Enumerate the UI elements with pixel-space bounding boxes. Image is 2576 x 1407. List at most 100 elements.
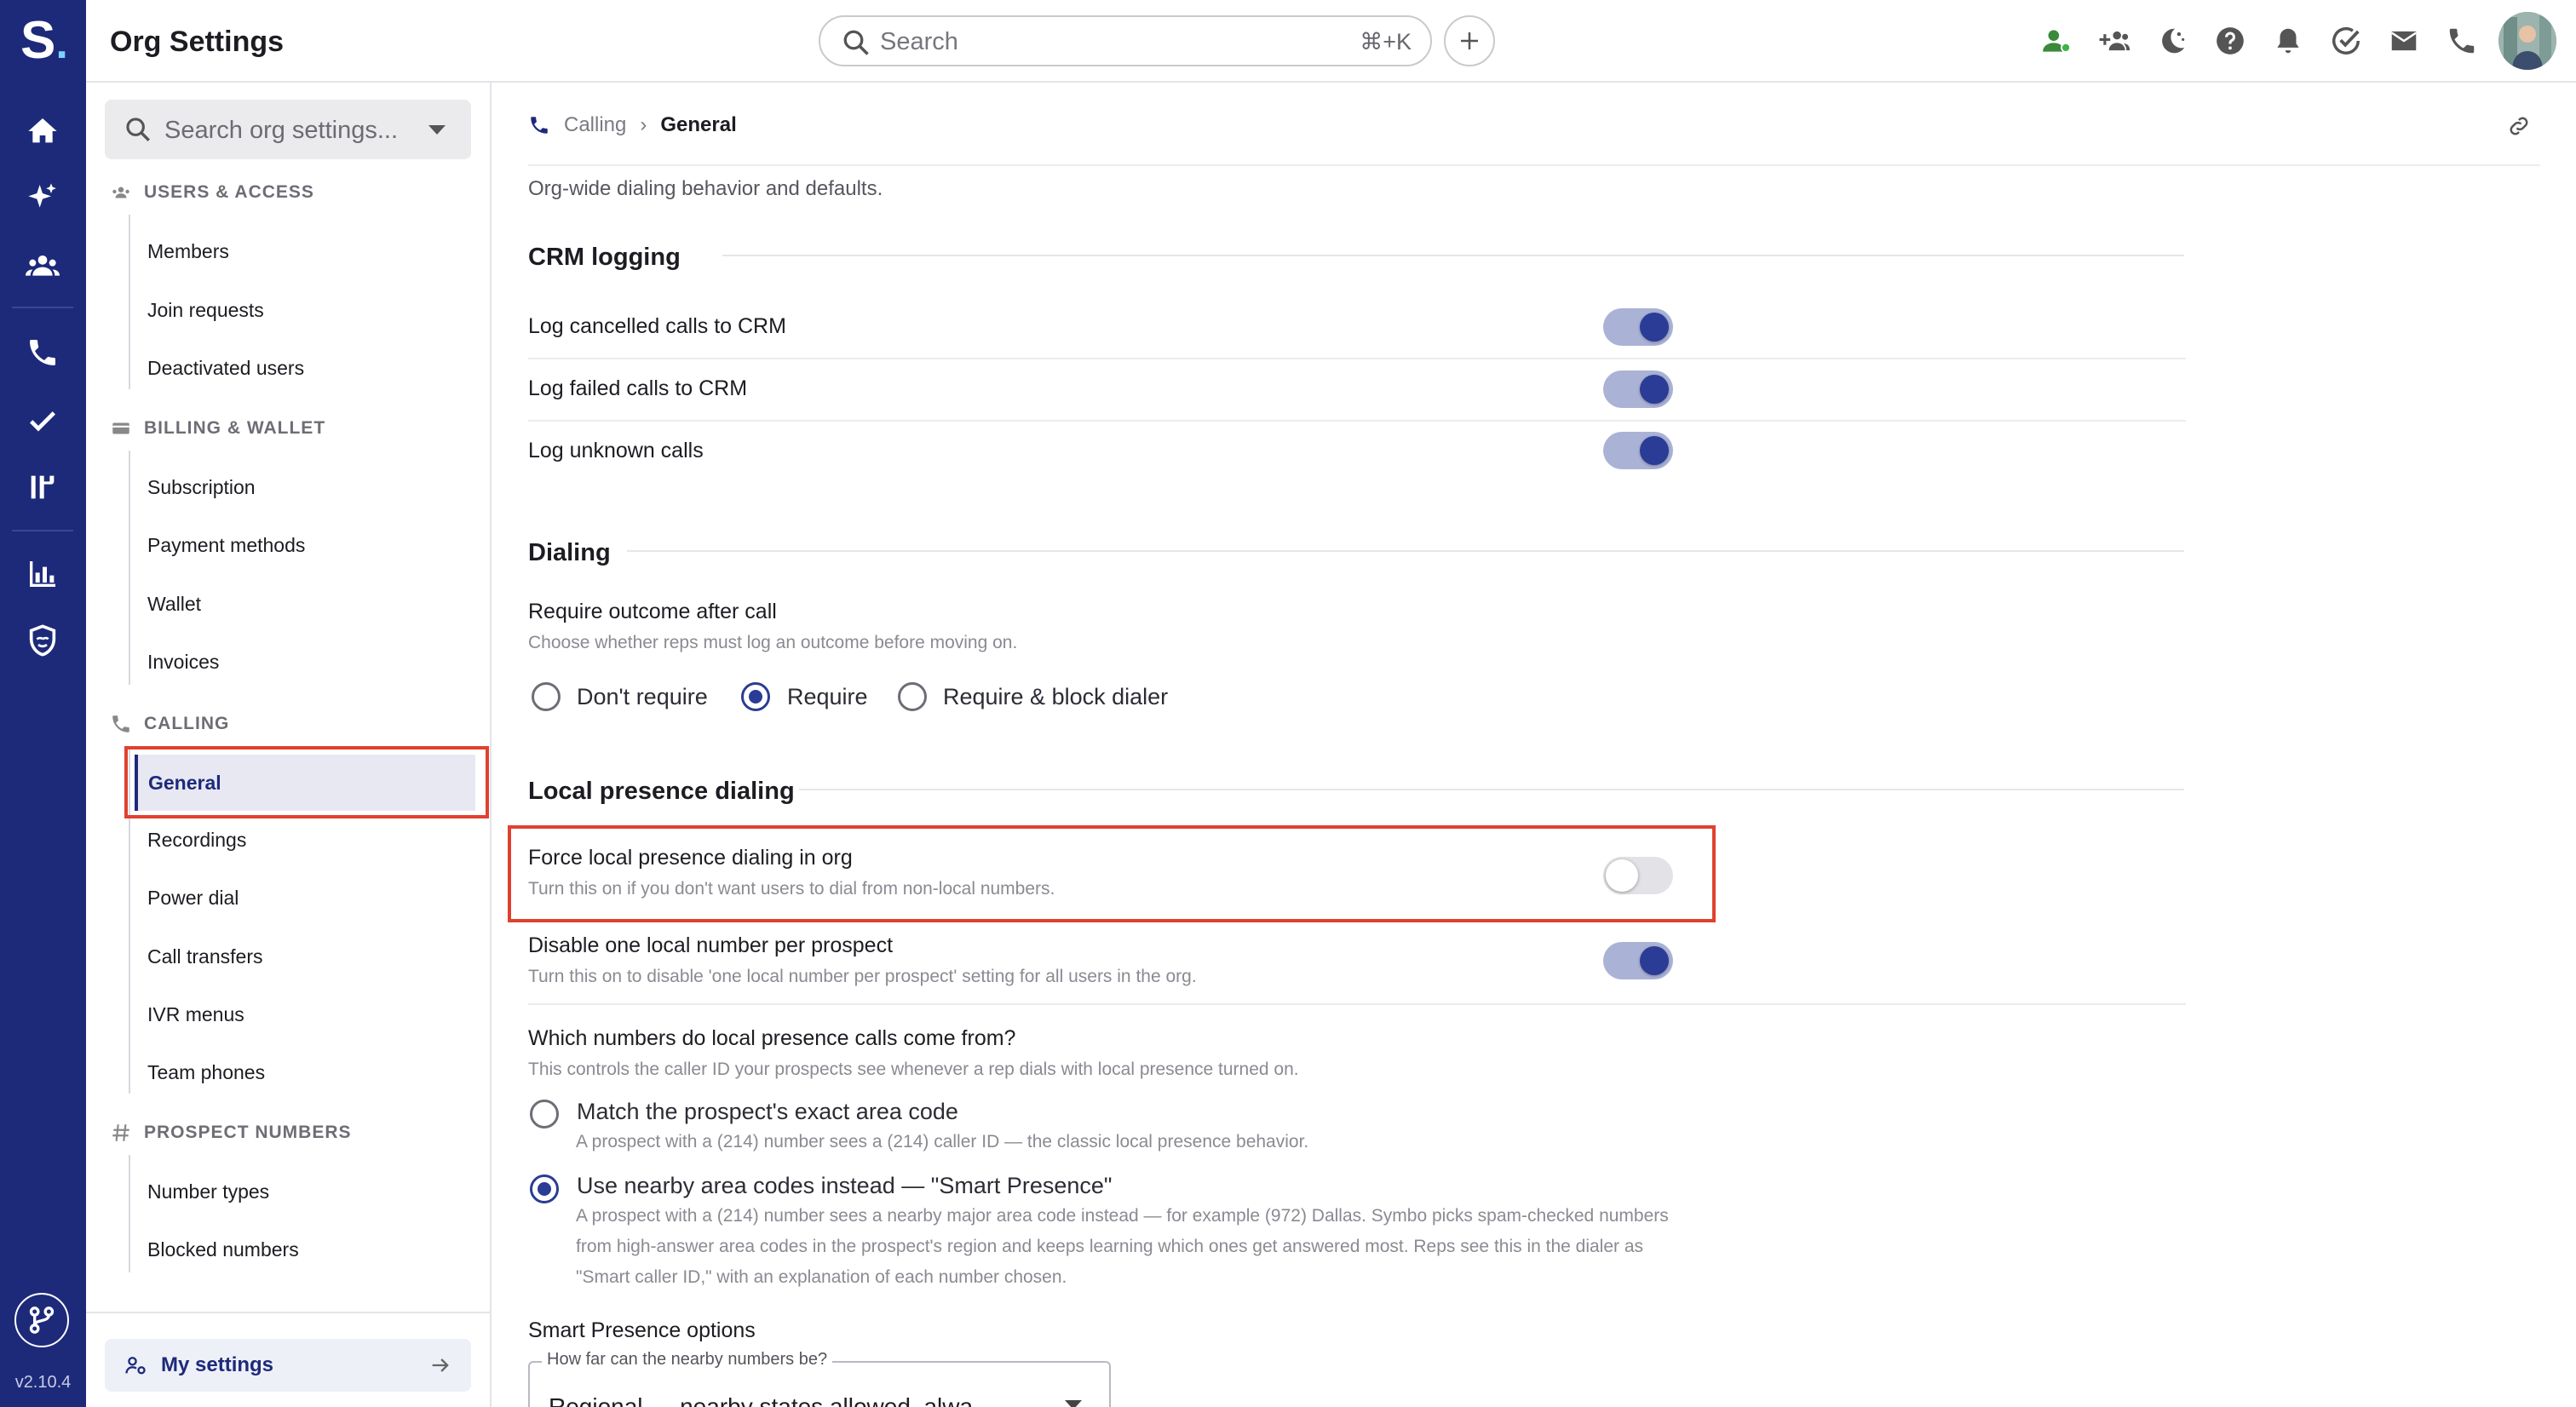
row-divider bbox=[528, 420, 2186, 422]
integrations-icon[interactable] bbox=[14, 1293, 69, 1347]
app-logo[interactable]: S. bbox=[20, 14, 68, 69]
radio-require-block-label[interactable]: Require & block dialer bbox=[943, 684, 1168, 710]
radio-smart-presence[interactable] bbox=[530, 1174, 559, 1203]
toggle-knob bbox=[1640, 313, 1669, 342]
help-icon[interactable] bbox=[2211, 21, 2250, 60]
sidebar-item-wallet[interactable]: Wallet bbox=[134, 577, 474, 631]
add-team-icon[interactable] bbox=[2095, 21, 2134, 60]
check-icon[interactable] bbox=[22, 400, 63, 441]
phone-icon bbox=[531, 117, 548, 134]
logo-dot: . bbox=[55, 19, 68, 68]
global-search[interactable]: ⌘+K bbox=[819, 15, 1432, 66]
toggle-knob bbox=[1640, 436, 1669, 465]
home-icon[interactable] bbox=[22, 111, 63, 152]
presence-icon[interactable] bbox=[2037, 21, 2076, 60]
notifications-icon[interactable] bbox=[2268, 21, 2308, 60]
section-dialing-title: Dialing bbox=[528, 539, 611, 566]
sidebar-item-members[interactable]: Members bbox=[134, 224, 474, 279]
analytics-icon[interactable] bbox=[22, 554, 63, 594]
mail-icon[interactable] bbox=[2384, 21, 2424, 60]
section-divider bbox=[129, 1155, 130, 1272]
force-local-presence-label: Force local presence dialing in org bbox=[528, 846, 853, 870]
add-button[interactable] bbox=[1444, 15, 1495, 66]
sequences-icon[interactable] bbox=[22, 467, 63, 508]
app-rail: S. v2.10.4 bbox=[0, 0, 86, 1407]
section-title: USERS & ACCESS bbox=[144, 182, 314, 202]
sidebar-search[interactable] bbox=[105, 100, 471, 159]
radio-require[interactable] bbox=[741, 682, 770, 711]
sidebar-item-join-requests[interactable]: Join requests bbox=[134, 283, 474, 337]
do-not-disturb-icon[interactable] bbox=[2153, 21, 2192, 60]
my-settings-button[interactable]: My settings bbox=[105, 1339, 471, 1392]
sidebar-item-team-phones[interactable]: Team phones bbox=[134, 1045, 474, 1100]
phone-icon bbox=[112, 715, 129, 732]
radio-smart-presence-label[interactable]: Use nearby area codes instead — "Smart P… bbox=[577, 1173, 1112, 1199]
row-divider bbox=[528, 358, 2186, 359]
radio-exact-area-code[interactable] bbox=[530, 1100, 559, 1128]
arrow-right-icon bbox=[432, 1358, 449, 1372]
force-local-presence-toggle[interactable] bbox=[1603, 857, 1673, 894]
hash-icon bbox=[112, 1124, 129, 1141]
sidebar-item-general[interactable]: General bbox=[135, 755, 475, 811]
my-settings-label: My settings bbox=[161, 1353, 274, 1376]
phone-icon[interactable] bbox=[22, 332, 63, 373]
toggle-knob bbox=[1640, 946, 1669, 975]
sidebar-item-subscription[interactable]: Subscription bbox=[134, 460, 474, 514]
section-divider bbox=[129, 451, 130, 685]
shield-icon[interactable] bbox=[22, 620, 63, 661]
numbers-source-label: Which numbers do local presence calls co… bbox=[528, 1026, 1016, 1050]
chevron-right-icon: › bbox=[640, 113, 647, 136]
section-prospect-numbers: PROSPECT NUMBERS bbox=[110, 1122, 352, 1144]
log-unknown-toggle[interactable] bbox=[1603, 432, 1673, 469]
sidebar-item-blocked-numbers[interactable]: Blocked numbers bbox=[134, 1222, 474, 1277]
nearby-distance-select[interactable]: How far can the nearby numbers be? Regio… bbox=[528, 1350, 1111, 1407]
chevron-down-icon[interactable] bbox=[428, 125, 446, 135]
phone-icon[interactable] bbox=[2442, 21, 2481, 60]
global-search-input[interactable] bbox=[880, 26, 1340, 58]
nearby-distance-label: How far can the nearby numbers be? bbox=[542, 1350, 833, 1370]
sidebar-item-invoices[interactable]: Invoices bbox=[134, 635, 474, 689]
breadcrumb-divider bbox=[528, 164, 2540, 166]
radio-require-label[interactable]: Require bbox=[787, 684, 868, 710]
sidebar-item-deactivated-users[interactable]: Deactivated users bbox=[134, 341, 474, 395]
radio-dont-require-label[interactable]: Don't require bbox=[577, 684, 708, 710]
radio-dont-require[interactable] bbox=[532, 682, 561, 711]
sparkle-icon[interactable] bbox=[22, 177, 63, 218]
add-icon bbox=[1461, 32, 1478, 49]
row-divider bbox=[528, 1003, 2186, 1005]
sidebar-item-recordings[interactable]: Recordings bbox=[134, 813, 474, 867]
sidebar-item-call-transfers[interactable]: Call transfers bbox=[134, 929, 474, 984]
search-shortcut: ⌘+K bbox=[1360, 29, 1412, 55]
toggle-knob bbox=[1640, 375, 1669, 404]
sidebar-search-input[interactable] bbox=[164, 113, 420, 147]
section-billing-wallet: BILLING & WALLET bbox=[110, 417, 325, 439]
team-icon[interactable] bbox=[22, 245, 63, 286]
sidebar-item-power-dial[interactable]: Power dial bbox=[134, 870, 474, 925]
log-failed-toggle[interactable] bbox=[1603, 370, 1673, 408]
sidebar-item-payment-methods[interactable]: Payment methods bbox=[134, 518, 474, 572]
page-description: Org-wide dialing behavior and defaults. bbox=[528, 177, 883, 200]
users-icon bbox=[112, 187, 129, 198]
avatar[interactable] bbox=[2498, 12, 2556, 70]
log-cancelled-toggle[interactable] bbox=[1603, 308, 1673, 346]
link-icon[interactable] bbox=[2506, 113, 2532, 139]
sidebar-item-ivr-menus[interactable]: IVR menus bbox=[134, 987, 474, 1042]
section-calling: CALLING bbox=[110, 713, 229, 735]
toggle-knob bbox=[1606, 859, 1638, 892]
section-crm-logging-title: CRM logging bbox=[528, 244, 681, 271]
section-title: PROSPECT NUMBERS bbox=[144, 1123, 352, 1142]
section-users-access: USERS & ACCESS bbox=[110, 181, 314, 204]
section-rule bbox=[799, 789, 2184, 790]
radio-exact-area-code-label[interactable]: Match the prospect's exact area code bbox=[577, 1099, 958, 1125]
nearby-distance-value: Regional — nearby states allowed, alwa..… bbox=[549, 1393, 993, 1407]
radio-require-block[interactable] bbox=[898, 682, 927, 711]
tasks-icon[interactable] bbox=[2326, 21, 2366, 60]
main-content: Calling › General Org-wide dialing behav… bbox=[492, 83, 2576, 1407]
search-icon bbox=[126, 118, 150, 141]
highlight-force-local-presence bbox=[508, 825, 1716, 922]
sidebar-item-number-types[interactable]: Number types bbox=[134, 1164, 474, 1219]
breadcrumb-parent[interactable]: Calling bbox=[564, 113, 626, 137]
disable-one-local-toggle[interactable] bbox=[1603, 942, 1673, 979]
section-title: CALLING bbox=[144, 714, 230, 733]
section-divider bbox=[129, 215, 130, 389]
